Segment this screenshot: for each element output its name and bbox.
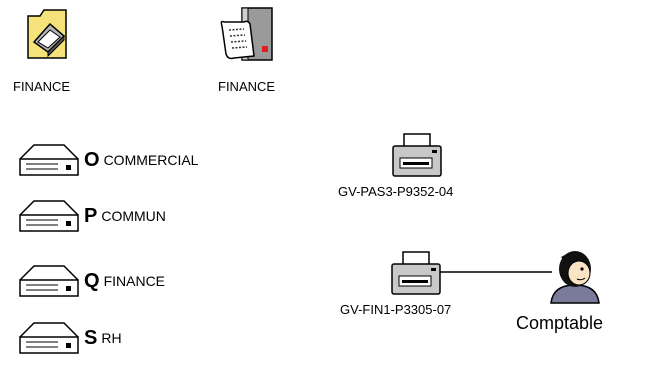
network-drive-icon — [19, 265, 79, 297]
network-drive-icon — [19, 144, 79, 176]
printer-label-2: GV-FIN1-P3305-07 — [340, 302, 452, 317]
printer-label-1: GV-PAS3-P9352-04 — [338, 184, 454, 199]
printer-node-1[interactable] — [390, 132, 446, 185]
drive-p[interactable]: P COMMUN — [18, 199, 166, 233]
drive-letter: O — [84, 148, 100, 171]
drive-name: RH — [101, 330, 122, 346]
drive-q[interactable]: Q FINANCE — [18, 264, 165, 298]
printer-icon — [392, 133, 442, 177]
scanner-folder-node[interactable] — [26, 6, 74, 65]
drive-letter: P — [84, 204, 98, 227]
printer-icon — [391, 251, 441, 295]
printer-user-connector — [440, 271, 552, 273]
drive-letter: Q — [84, 269, 100, 292]
print-server-node[interactable] — [218, 6, 280, 67]
print-server-label: FINANCE — [218, 79, 276, 94]
drive-o[interactable]: O COMMERCIAL — [18, 143, 198, 177]
print-server-icon — [220, 7, 273, 61]
drive-name: COMMERCIAL — [103, 152, 199, 168]
network-drive-icon — [19, 322, 79, 354]
drive-s[interactable]: S RH — [18, 321, 122, 355]
user-node[interactable] — [547, 247, 603, 310]
user-icon — [550, 251, 600, 304]
network-drive-icon — [19, 200, 79, 232]
printer-node-2[interactable] — [389, 250, 445, 303]
scanner-folder-label: FINANCE — [13, 79, 71, 94]
drive-name: COMMUN — [101, 208, 166, 224]
drive-letter: S — [84, 326, 98, 349]
drive-name: FINANCE — [103, 273, 166, 289]
scanner-folder-icon — [27, 9, 67, 59]
user-label: Comptable — [516, 313, 604, 333]
